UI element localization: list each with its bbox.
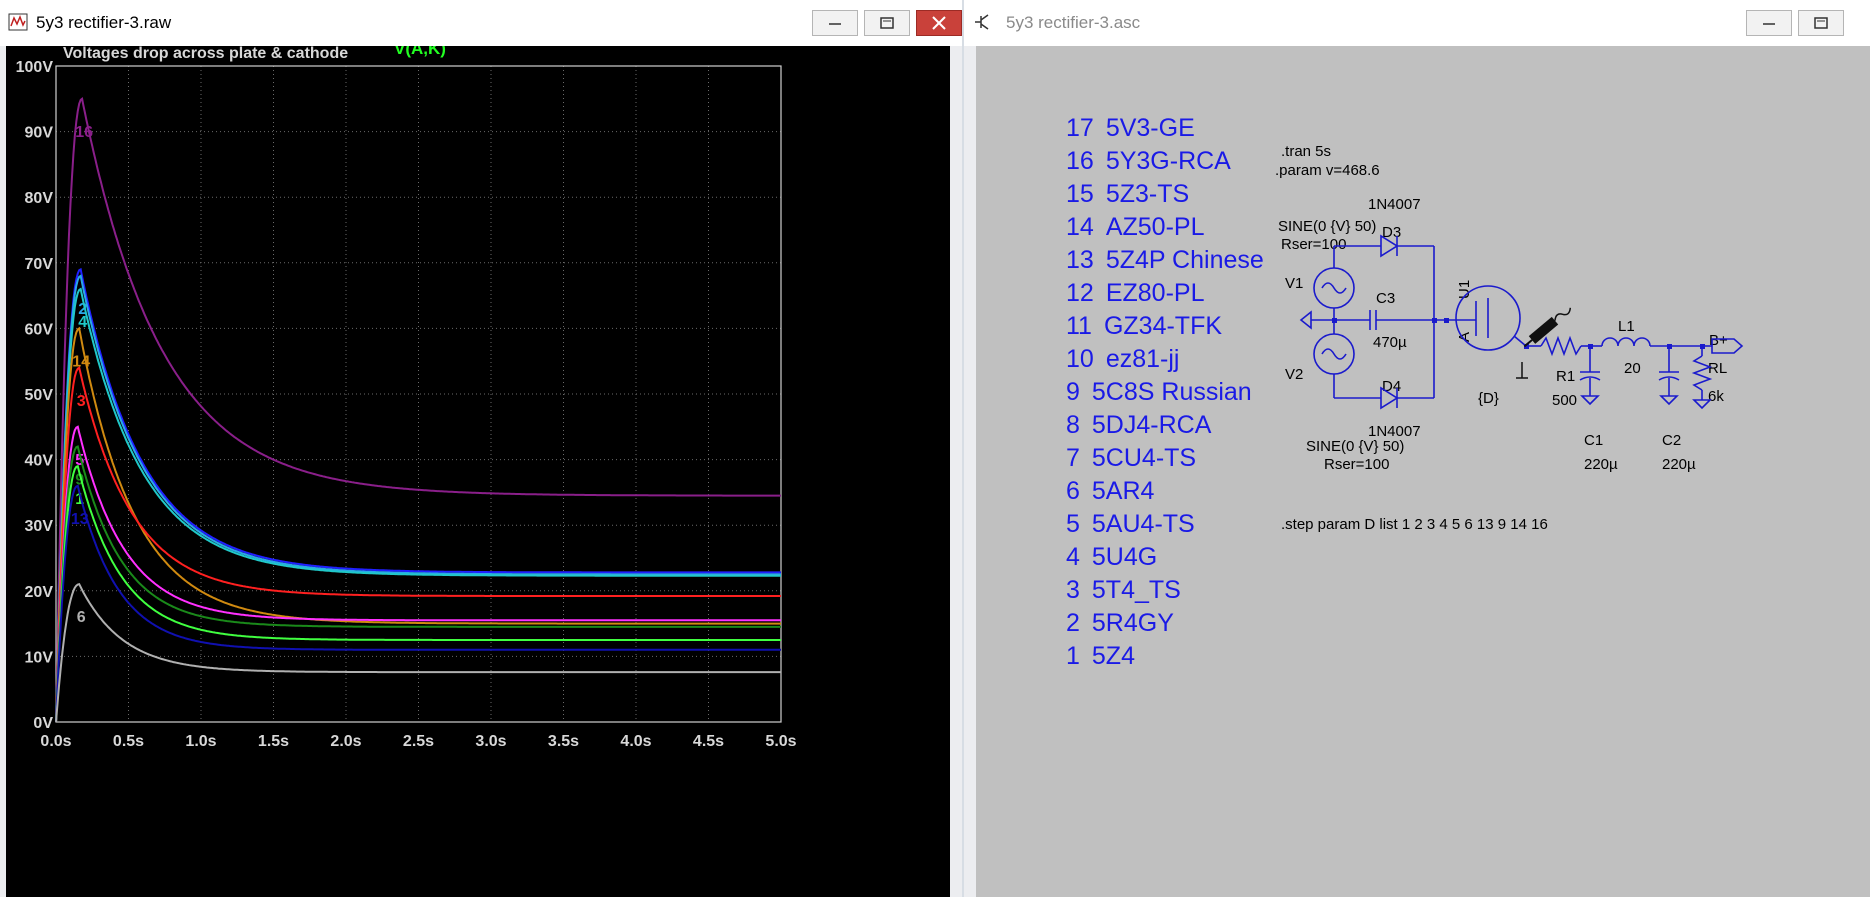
minimize-icon bbox=[829, 23, 841, 25]
ground-symbol bbox=[1299, 310, 1312, 330]
plot-title: Voltages drop across plate & cathode bbox=[63, 46, 348, 62]
x-tick-label: 0.5s bbox=[113, 733, 144, 750]
x-tick-label: 3.5s bbox=[548, 733, 579, 750]
series-line[interactable] bbox=[55, 366, 781, 723]
schematic-app-icon bbox=[975, 14, 989, 30]
waveform-titlebar[interactable]: 5y3 rectifier-3.raw bbox=[0, 0, 962, 46]
y-tick-label: 70V bbox=[25, 256, 54, 273]
y-tick-label: 10V bbox=[25, 649, 54, 666]
bplus-net-flag[interactable] bbox=[1711, 338, 1744, 354]
x-tick-label: 4.5s bbox=[693, 733, 724, 750]
restore-icon bbox=[880, 17, 894, 29]
series-label: 3 bbox=[77, 393, 86, 410]
close-icon bbox=[932, 16, 946, 30]
series-label: 14 bbox=[72, 353, 90, 370]
series-line[interactable] bbox=[55, 445, 781, 723]
waveform-window-title: 5y3 rectifier-3.raw bbox=[36, 13, 172, 32]
rl-resistor-symbol[interactable] bbox=[1691, 355, 1713, 391]
x-tick-label: 1.0s bbox=[185, 733, 216, 750]
y-tick-label: 50V bbox=[25, 387, 54, 404]
schematic-maximize-button[interactable] bbox=[1798, 10, 1844, 36]
y-tick-label: 40V bbox=[25, 453, 54, 470]
schematic-drawing bbox=[1299, 234, 1744, 410]
schematic-window-title: 5y3 rectifier-3.asc bbox=[1006, 13, 1141, 32]
y-tick-label: 80V bbox=[25, 190, 54, 207]
waveform-chart[interactable]: 0.0s 0.5s 1.0s 1.5s 2.0s 2.5s 3.0s 3.5s 4.0s 4.5s… bbox=[6, 46, 950, 897]
d4-diode-symbol[interactable] bbox=[1380, 386, 1399, 410]
x-tick-label: 0.0s bbox=[40, 733, 71, 750]
schematic-window: 5y3 rectifier-3.asc 17 5V3-GE 16 5Y3G-RCA 15… bbox=[964, 0, 1870, 897]
x-tick-label: 2.0s bbox=[330, 733, 361, 750]
maximize-button[interactable] bbox=[864, 10, 910, 36]
minimize-icon bbox=[1763, 23, 1775, 25]
x-tick-label: 2.5s bbox=[403, 733, 434, 750]
series-label: 13 bbox=[71, 511, 89, 528]
minimize-button[interactable] bbox=[812, 10, 858, 36]
l1-inductor-symbol[interactable] bbox=[1601, 337, 1651, 347]
y-tick-label: 60V bbox=[25, 321, 54, 338]
x-tick-label: 1.5s bbox=[258, 733, 289, 750]
plot-pane[interactable]: 0.0s 0.5s 1.0s 1.5s 2.0s 2.5s 3.0s 3.5s 4.0s 4.5s… bbox=[6, 46, 950, 897]
series-line[interactable] bbox=[55, 583, 781, 723]
y-tick-label: 100V bbox=[16, 59, 54, 76]
y-tick-label: 0V bbox=[33, 715, 53, 732]
y-tick-label: 30V bbox=[25, 518, 54, 535]
y-tick-label: 20V bbox=[25, 584, 54, 601]
schematic-minimize-button[interactable] bbox=[1746, 10, 1792, 36]
trace-label[interactable]: V(A,K) bbox=[394, 46, 446, 58]
d3-diode-symbol[interactable] bbox=[1380, 234, 1399, 258]
r1-resistor-symbol[interactable] bbox=[1540, 335, 1582, 357]
series-label: 16 bbox=[75, 124, 93, 141]
y-tick-label: 90V bbox=[25, 125, 54, 142]
schematic-canvas[interactable]: 17 5V3-GE 16 5Y3G-RCA 15 5Z3-TS 14 AZ50-PL 13 5Z4… bbox=[976, 46, 1870, 897]
restore-icon bbox=[1814, 17, 1828, 29]
schematic-titlebar[interactable]: 5y3 rectifier-3.asc bbox=[964, 0, 1870, 46]
waveform-window: 5y3 rectifier-3.raw 0.0s 0.5s 1.0s 1.5s 2.0s… bbox=[0, 0, 962, 897]
x-tick-label: 4.0s bbox=[620, 733, 651, 750]
x-tick-label: 5.0s bbox=[765, 733, 796, 750]
close-button[interactable] bbox=[916, 10, 962, 36]
x-tick-label: 3.0s bbox=[475, 733, 506, 750]
waveform-app-icon bbox=[8, 13, 28, 31]
series-label: 6 bbox=[77, 609, 86, 626]
